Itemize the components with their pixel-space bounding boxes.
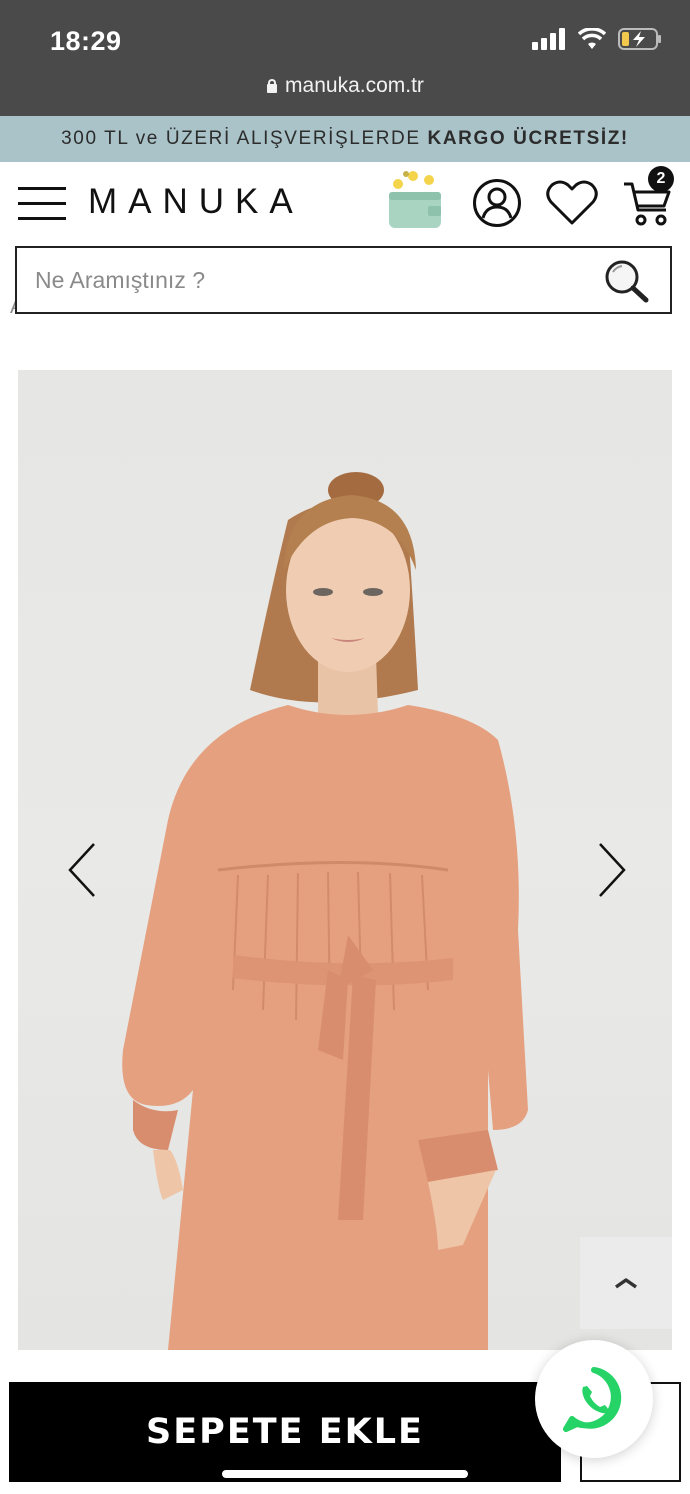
product-photo bbox=[122, 472, 528, 1350]
browser-chrome: 18:29 manuka.com.tr bbox=[0, 0, 690, 116]
promo-highlight: KARGO ÜCRETSİZ! bbox=[427, 128, 629, 149]
lock-icon bbox=[266, 79, 278, 93]
menu-icon-line bbox=[18, 202, 66, 205]
url-text: manuka.com.tr bbox=[285, 74, 424, 97]
wifi-icon bbox=[578, 28, 606, 49]
status-icons bbox=[532, 28, 662, 50]
next-image-arrow[interactable] bbox=[590, 840, 630, 900]
signal-icon bbox=[532, 28, 565, 50]
status-time: 18:29 bbox=[50, 26, 122, 56]
promo-banner: 300 TL ve ÜZERİ ALIŞVERİŞLERDE KARGO ÜCR… bbox=[0, 116, 690, 162]
account-icon[interactable] bbox=[472, 178, 522, 228]
previous-image-arrow[interactable] bbox=[64, 840, 104, 900]
add-to-cart-button[interactable]: SEPETE EKLE bbox=[9, 1382, 561, 1482]
whatsapp-button[interactable] bbox=[535, 1340, 653, 1458]
search-input[interactable] bbox=[35, 258, 595, 302]
battery-charging-icon bbox=[618, 28, 661, 50]
home-indicator bbox=[222, 1470, 468, 1478]
product-image[interactable] bbox=[18, 370, 672, 1350]
search-bar bbox=[15, 246, 672, 314]
search-icon[interactable] bbox=[602, 258, 650, 304]
site-logo[interactable]: MANUKA bbox=[88, 182, 304, 222]
menu-button[interactable] bbox=[18, 186, 66, 220]
menu-icon-line bbox=[18, 217, 66, 220]
chevron-up-icon bbox=[614, 1278, 638, 1289]
wallet-coins-icon[interactable] bbox=[384, 166, 446, 232]
promo-text: 300 TL ve ÜZERİ ALIŞVERİŞLERDE bbox=[61, 128, 428, 149]
cart-count-badge: 2 bbox=[648, 166, 674, 192]
site-header: MANUKA 2 bbox=[0, 162, 690, 246]
scroll-to-top-button[interactable] bbox=[580, 1237, 672, 1329]
favorites-heart-icon[interactable] bbox=[546, 180, 598, 226]
menu-icon-line bbox=[18, 187, 66, 190]
whatsapp-icon bbox=[563, 1367, 622, 1432]
cart-button[interactable]: 2 bbox=[622, 166, 674, 228]
address-bar[interactable]: manuka.com.tr bbox=[0, 74, 690, 98]
